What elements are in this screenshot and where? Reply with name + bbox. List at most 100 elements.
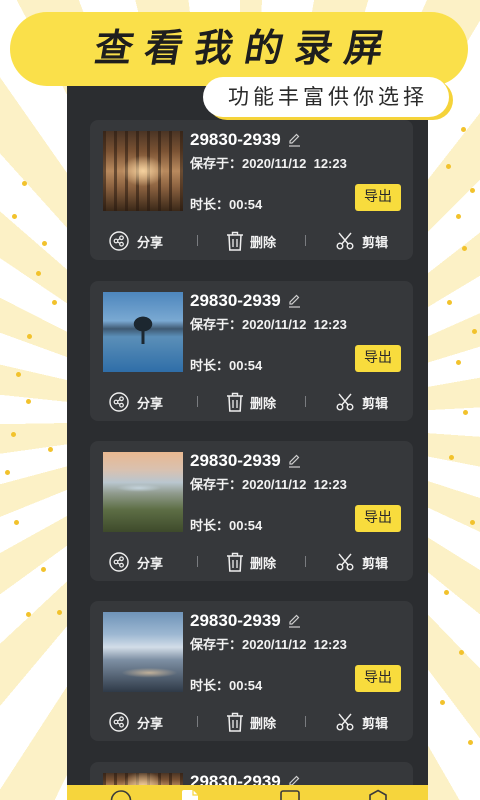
delete-button[interactable]: 删除 <box>226 231 276 251</box>
duration-value: 00:54 <box>229 518 263 533</box>
action-divider <box>197 716 198 727</box>
share-icon <box>109 712 129 732</box>
decor-dot <box>444 590 449 595</box>
decor-dot <box>461 127 466 132</box>
duration-value: 00:54 <box>229 678 263 693</box>
scissors-icon <box>335 552 355 572</box>
share-button[interactable]: 分享 <box>109 231 163 251</box>
edit-button[interactable]: 剪辑 <box>335 392 388 412</box>
share-icon <box>109 231 129 251</box>
saved-label: 保存于： <box>190 317 243 332</box>
action-divider <box>197 556 198 567</box>
decor-dot <box>16 372 21 377</box>
export-button[interactable]: 导出 <box>355 665 401 692</box>
delete-button[interactable]: 删除 <box>226 712 276 732</box>
action-divider <box>197 396 198 407</box>
decor-dot <box>12 214 17 219</box>
edit-button[interactable]: 剪辑 <box>335 552 388 572</box>
duration: 时长：00:54 <box>190 518 262 534</box>
decor-dot <box>468 740 473 745</box>
decor-dot <box>14 520 19 525</box>
decor-dot <box>11 432 16 437</box>
recording-thumbnail[interactable] <box>103 452 183 532</box>
delete-label: 删除 <box>250 396 277 412</box>
trash-icon <box>226 392 244 412</box>
saved-label: 保存于： <box>190 477 243 492</box>
decor-dot <box>48 447 53 452</box>
edit-label: 剪辑 <box>362 396 389 412</box>
recording-thumbnail[interactable] <box>103 131 183 211</box>
decor-dot <box>22 181 27 186</box>
edit-label: 剪辑 <box>362 235 389 251</box>
decor-dot <box>447 300 452 305</box>
recording-card[interactable]: 29830-2939 保存于：2020/11/12 12:23 时长：00:54… <box>90 120 413 260</box>
pencil-icon[interactable] <box>287 133 301 147</box>
edit-label: 剪辑 <box>362 716 389 732</box>
nav-circle-icon[interactable] <box>110 789 132 800</box>
scissors-icon <box>335 392 355 412</box>
action-divider <box>305 396 306 407</box>
share-button[interactable]: 分享 <box>109 392 163 412</box>
nav-hexagon-icon[interactable] <box>367 789 389 800</box>
export-button[interactable]: 导出 <box>355 184 401 211</box>
recording-card[interactable]: 29830-2939 保存于：2020/11/12 12:23 时长：00:54… <box>90 281 413 421</box>
saved-value: 2020/11/12 12:23 <box>242 317 347 332</box>
edit-button[interactable]: 剪辑 <box>335 231 388 251</box>
recording-card[interactable]: 29830-2939 保存于：2020/11/12 12:23 时长：00:54… <box>90 601 413 741</box>
pencil-icon[interactable] <box>287 454 301 468</box>
decor-dot <box>36 271 41 276</box>
recording-card[interactable]: 29830-2939 保存于：2020/11/12 12:23 时长：00:54… <box>90 441 413 581</box>
share-button[interactable]: 分享 <box>109 552 163 572</box>
saved-time: 保存于：2020/11/12 12:23 <box>190 317 347 333</box>
decor-dot <box>41 567 46 572</box>
recording-thumbnail[interactable] <box>103 612 183 692</box>
share-button[interactable]: 分享 <box>109 712 163 732</box>
export-button[interactable]: 导出 <box>355 345 401 372</box>
duration-label: 时长： <box>190 518 230 533</box>
share-icon <box>109 392 129 412</box>
saved-label: 保存于： <box>190 156 243 171</box>
duration-value: 00:54 <box>229 358 263 373</box>
banner-subtitle: 功能丰富供你选择 <box>228 85 428 109</box>
duration-value: 00:54 <box>229 197 263 212</box>
decor-dot <box>462 246 467 251</box>
decor-dot <box>26 612 31 617</box>
phone-screen: 29830-2939 保存于：2020/11/12 12:23 时长：00:54… <box>67 80 428 800</box>
duration: 时长：00:54 <box>190 197 262 213</box>
delete-button[interactable]: 删除 <box>226 552 276 572</box>
delete-label: 删除 <box>250 235 277 251</box>
recording-thumbnail[interactable] <box>103 292 183 372</box>
share-label: 分享 <box>137 235 164 251</box>
decor-dot <box>470 188 475 193</box>
delete-button[interactable]: 删除 <box>226 392 276 412</box>
edit-label: 剪辑 <box>362 556 389 572</box>
recording-name: 29830-2939 <box>190 611 281 630</box>
pencil-icon[interactable] <box>287 294 301 308</box>
decor-dot <box>42 241 47 246</box>
export-button[interactable]: 导出 <box>355 505 401 532</box>
action-divider <box>305 716 306 727</box>
share-label: 分享 <box>137 556 164 572</box>
nav-file-icon[interactable] <box>179 789 201 800</box>
delete-label: 删除 <box>250 556 277 572</box>
nav-square-icon[interactable] <box>279 789 301 800</box>
recording-name: 29830-2939 <box>190 291 281 310</box>
pencil-icon[interactable] <box>287 614 301 628</box>
delete-label: 删除 <box>250 716 277 732</box>
action-divider <box>197 235 198 246</box>
bottom-nav <box>67 785 428 800</box>
saved-time: 保存于：2020/11/12 12:23 <box>190 477 347 493</box>
duration-label: 时长： <box>190 197 230 212</box>
saved-value: 2020/11/12 12:23 <box>242 477 347 492</box>
decor-dot <box>472 329 477 334</box>
saved-label: 保存于： <box>190 637 243 652</box>
action-divider <box>305 556 306 567</box>
saved-value: 2020/11/12 12:23 <box>242 156 347 171</box>
decor-dot <box>5 470 10 475</box>
trash-icon <box>226 712 244 732</box>
banner-title: 查看我的录屏 <box>91 26 399 70</box>
edit-button[interactable]: 剪辑 <box>335 712 388 732</box>
trash-icon <box>226 231 244 251</box>
decor-dot <box>463 410 468 415</box>
recording-name: 29830-2939 <box>190 130 281 149</box>
